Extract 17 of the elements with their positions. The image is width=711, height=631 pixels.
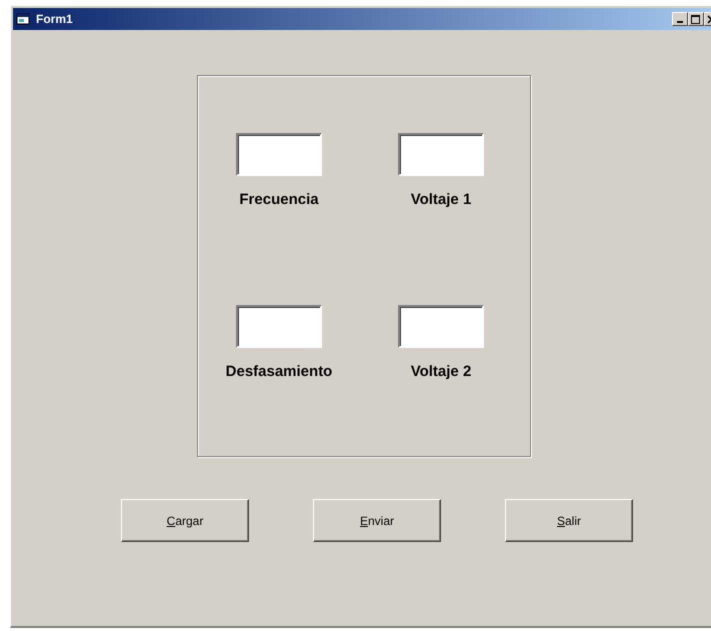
field-label: Frecuencia	[239, 191, 319, 208]
input-field[interactable]	[236, 133, 322, 176]
field-label: Voltaje 1	[410, 191, 472, 208]
field-label: Voltaje 2	[410, 363, 472, 380]
form-button[interactable]: Salir	[505, 499, 633, 542]
field-label: Desfasamiento	[226, 363, 332, 380]
input-field[interactable]	[236, 305, 322, 348]
minimize-button[interactable]	[672, 12, 688, 26]
window-title: Form1	[36, 12, 74, 26]
input-field[interactable]	[398, 305, 484, 348]
minimize-icon	[677, 21, 683, 23]
form-icon	[16, 12, 32, 26]
input-field[interactable]	[398, 133, 484, 176]
maximize-button[interactable]	[688, 12, 704, 26]
form-button[interactable]: Cargar	[121, 499, 249, 542]
form-button[interactable]: Enviar	[313, 499, 441, 542]
maximize-icon	[691, 14, 701, 24]
